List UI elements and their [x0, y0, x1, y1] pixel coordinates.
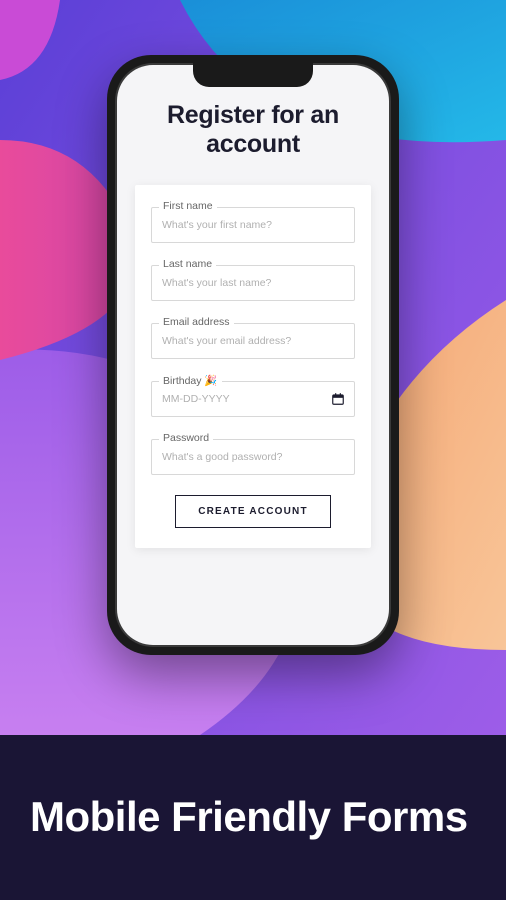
email-label: Email address	[159, 316, 234, 328]
birthday-label: Birthday 🎉	[159, 374, 222, 387]
password-label: Password	[159, 432, 213, 444]
last-name-field-group: Last name	[151, 265, 355, 301]
last-name-label: Last name	[159, 258, 216, 270]
register-form: First name Last name Email address Birth…	[135, 185, 371, 548]
phone-notch	[193, 63, 313, 87]
caption-bar: Mobile Friendly Forms	[0, 735, 506, 900]
first-name-field-group: First name	[151, 207, 355, 243]
first-name-input[interactable]	[151, 207, 355, 243]
phone-mockup: Register for an account First name Last …	[107, 55, 399, 655]
email-field-group: Email address	[151, 323, 355, 359]
password-field-group: Password	[151, 439, 355, 475]
phone-screen: Register for an account First name Last …	[117, 65, 389, 645]
caption-text: Mobile Friendly Forms	[30, 794, 468, 840]
password-input[interactable]	[151, 439, 355, 475]
first-name-label: First name	[159, 200, 217, 212]
email-input[interactable]	[151, 323, 355, 359]
last-name-input[interactable]	[151, 265, 355, 301]
page-title: Register for an account	[135, 101, 371, 159]
birthday-field-group: Birthday 🎉	[151, 381, 355, 417]
create-account-button[interactable]: CREATE ACCOUNT	[175, 495, 331, 528]
